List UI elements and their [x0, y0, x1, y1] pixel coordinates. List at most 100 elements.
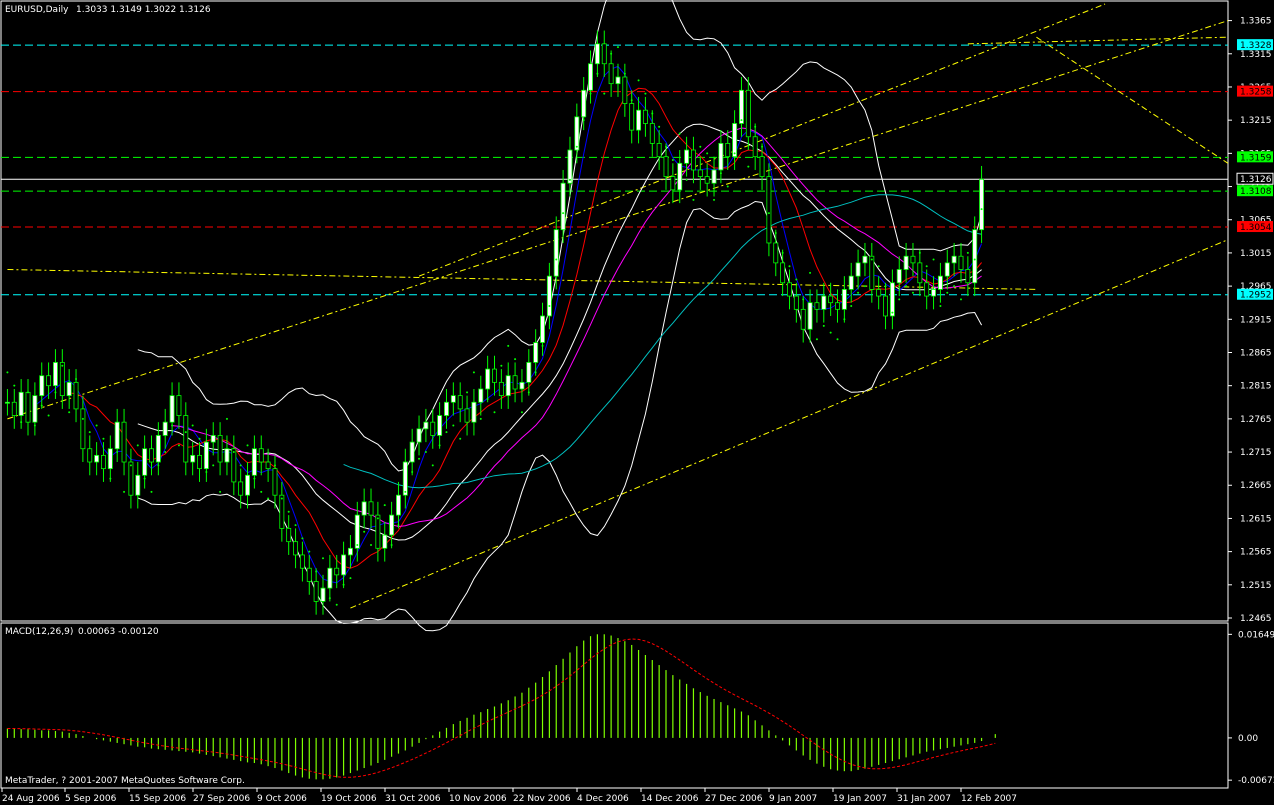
- candle-body: [848, 275, 854, 290]
- sar-dot: [658, 125, 661, 128]
- ma-blue: [34, 65, 983, 584]
- sar-dot: [376, 517, 379, 520]
- candle-body: [588, 63, 593, 91]
- x-tick-label: 4 Dec 2006: [577, 794, 629, 804]
- candle-body: [670, 176, 676, 191]
- sar-dot: [884, 285, 887, 288]
- copyright-text: MetaTrader, ? 2001-2007 MetaQuotes Softw…: [5, 776, 245, 786]
- sar-dot: [232, 451, 235, 454]
- sar-dot: [603, 92, 606, 95]
- candle-body: [52, 362, 58, 387]
- candle-body: [512, 375, 518, 390]
- candle-body: [444, 401, 449, 416]
- candle-body: [25, 391, 31, 423]
- candle-body: [615, 76, 621, 85]
- candle-body: [169, 395, 175, 423]
- candle-body: [821, 295, 827, 310]
- candle-body: [752, 136, 758, 158]
- candle-body: [245, 474, 250, 496]
- bollinger-upper: [137, 0, 983, 472]
- bollinger-mid: [137, 123, 982, 541]
- candle-body: [526, 362, 532, 383]
- candle-body: [368, 501, 374, 516]
- candle-body: [320, 587, 326, 602]
- sar-dot: [184, 431, 187, 434]
- candle-body: [958, 255, 964, 270]
- sar-dot: [68, 411, 71, 414]
- sar-dot: [40, 404, 43, 407]
- candle-body: [601, 43, 607, 65]
- candle-body: [828, 295, 834, 304]
- sar-dot: [589, 92, 592, 95]
- sar-dot: [116, 451, 119, 454]
- sar-dot: [767, 212, 770, 215]
- sar-dot: [219, 490, 222, 493]
- sar-dot: [596, 72, 599, 75]
- candle-body: [931, 289, 937, 297]
- sar-dot: [795, 278, 798, 281]
- sar-dot: [225, 417, 228, 420]
- x-tick-label: 12 Feb 2007: [961, 794, 1017, 804]
- sar-dot: [623, 72, 626, 75]
- sar-dot: [321, 557, 324, 560]
- sar-dot: [479, 417, 482, 420]
- candle-body: [944, 262, 950, 277]
- sar-dot: [411, 470, 414, 473]
- x-tick-label: 19 Jan 2007: [833, 794, 887, 804]
- candle-body: [629, 103, 635, 131]
- candle-body: [176, 395, 182, 416]
- sar-dot: [836, 338, 839, 341]
- candle-body: [231, 448, 237, 483]
- x-tick-label: 31 Jan 2007: [897, 794, 951, 804]
- candle-body: [540, 315, 545, 343]
- candle-body: [979, 178, 985, 231]
- candle-body: [896, 269, 902, 284]
- sar-dot: [102, 437, 105, 440]
- x-tick-label: 9 Jan 2007: [769, 794, 817, 804]
- y-tick-label: 1.2565: [1240, 548, 1272, 558]
- candle-body: [306, 567, 312, 582]
- sar-dot: [287, 510, 290, 513]
- candle-body: [11, 401, 17, 416]
- candle-body: [684, 149, 690, 164]
- x-tick-label: 24 Aug 2006: [2, 794, 60, 804]
- sar-dot: [328, 597, 331, 600]
- candle-body: [251, 448, 257, 476]
- candle-body: [210, 435, 216, 443]
- candle-body: [553, 229, 559, 277]
- sar-dot: [781, 251, 784, 254]
- sar-dot: [95, 424, 98, 427]
- sar-dot: [294, 524, 297, 527]
- sar-dot: [280, 497, 283, 500]
- y-tick-label: 1.2515: [1240, 581, 1272, 591]
- sar-dot: [610, 52, 613, 55]
- sar-dot: [877, 265, 880, 268]
- candle-body: [341, 554, 347, 576]
- candle-body: [155, 435, 161, 463]
- candle-body: [883, 295, 888, 317]
- bollinger-lower: [137, 200, 983, 632]
- candle-body: [286, 527, 292, 543]
- sar-dot: [486, 397, 489, 400]
- candle-body: [910, 255, 916, 264]
- sar-dot: [562, 212, 565, 215]
- sar-dot: [33, 424, 36, 427]
- candle-body: [450, 395, 456, 403]
- sar-dot: [918, 251, 921, 254]
- candle-body: [66, 381, 72, 397]
- candle-body: [94, 454, 100, 463]
- candle-body: [327, 567, 333, 589]
- sar-dot: [267, 497, 270, 500]
- sar-dot: [754, 125, 757, 128]
- sar-dot: [548, 305, 551, 308]
- sar-dot: [383, 504, 386, 507]
- sar-dot: [959, 298, 962, 301]
- candle-body: [745, 89, 751, 138]
- sar-dot: [150, 490, 153, 493]
- sar-dot: [356, 543, 359, 546]
- candle-body: [766, 176, 772, 244]
- candle-body: [800, 308, 806, 330]
- sar-dot: [671, 158, 674, 161]
- candle-body: [793, 295, 799, 310]
- sar-dot: [438, 444, 441, 447]
